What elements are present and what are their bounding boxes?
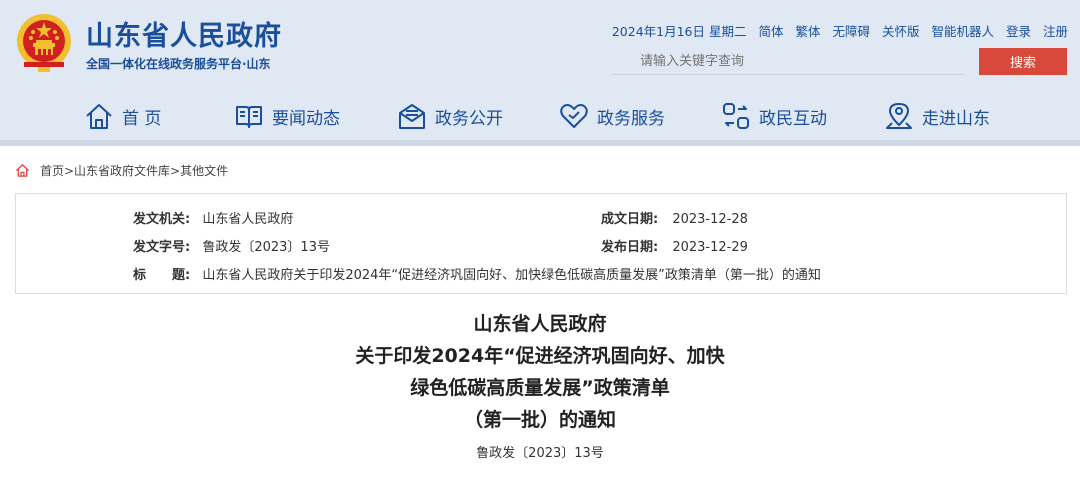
created-date-label: 成文日期: [601,212,659,227]
mail-icon [399,104,425,129]
document-title-line: （第一批）的通知 [463,409,616,431]
header-divider [0,140,1080,146]
issuer-value: 山东省人民政府 [202,212,294,227]
title-label: 标 题: [133,268,191,283]
document-number: 鲁政发〔2023〕13号 [476,446,604,461]
nav-label-interaction: 政民互动 [759,108,827,129]
national-emblem-icon[interactable] [14,12,74,74]
nav-item-services[interactable]: 政务服务 [559,96,665,136]
link-traditional[interactable]: 繁体 [795,24,820,39]
current-date: 2024年1月16日 星期二 [611,24,747,39]
nav-label-news: 要闻动态 [272,108,340,129]
nav-label-services: 政务服务 [597,108,665,129]
nav-item-news[interactable]: 要闻动态 [234,96,340,136]
location-icon [886,103,912,129]
document-title-line: 山东省人民政府 [473,313,607,335]
search-button[interactable]: 搜索 [979,48,1067,75]
link-login[interactable]: 登录 [1006,24,1031,39]
book-icon [236,106,262,128]
document-title: 山东省人民政府 关于印发2024年“促进经济巩固向好、加快 绿色低碳高质量发展”… [0,308,1080,436]
published-date-value: 2023-12-29 [672,240,748,255]
published-date-row: 发布日期: 2023-12-29 [601,236,748,255]
created-date-value: 2023-12-28 [672,212,748,227]
site-subtitle[interactable]: 全国一体化在线政务服务平台·山东 [86,55,271,72]
breadcrumb: 首页>山东省政府文件库>其他文件 [15,160,228,180]
nav-item-interaction[interactable]: 政民互动 [721,96,827,136]
nav-label-about-shandong: 走进山东 [922,108,990,129]
link-accessibility[interactable]: 无障碍 [832,24,870,39]
document-title-line: 关于印发2024年“促进经济巩固向好、加快 [355,345,725,367]
link-register[interactable]: 注册 [1043,24,1068,39]
created-date-row: 成文日期: 2023-12-28 [601,208,748,227]
issuer-label: 发文机关: [133,212,191,227]
link-care-version[interactable]: 关怀版 [882,24,920,39]
document-title-line: 绿色低碳高质量发展”政策清单 [410,377,670,399]
doc-number-row: 发文字号: 鲁政发〔2023〕13号 [133,236,330,255]
title-value: 山东省人民政府关于印发2024年“促进经济巩固向好、加快绿色低碳高质量发展”政策… [202,268,821,283]
breadcrumb-text[interactable]: 首页>山东省政府文件库>其他文件 [40,162,228,179]
nav-label-home: 首 页 [122,108,162,129]
top-links: 2024年1月16日 星期二 简体 繁体 无障碍 关怀版 智能机器人 登录 注册 [612,21,1068,40]
home-icon[interactable] [15,163,30,178]
nav-label-gov-affairs: 政务公开 [435,108,503,129]
doc-number-value: 鲁政发〔2023〕13号 [202,240,330,255]
published-date-label: 发布日期: [601,240,659,255]
site-title[interactable]: 山东省人民政府 [86,14,282,53]
search-input[interactable] [612,48,964,75]
nav-item-gov-affairs[interactable]: 政务公开 [397,96,503,136]
document-info-box: 发文机关: 山东省人民政府 发文字号: 鲁政发〔2023〕13号 标 题: 山东… [15,193,1067,294]
heart-icon [560,104,588,128]
home-icon [86,104,112,129]
header: 山东省人民政府 全国一体化在线政务服务平台·山东 2024年1月16日 星期二 … [0,0,1080,146]
link-smart-robot[interactable]: 智能机器人 [931,24,994,39]
interaction-icon [723,103,749,129]
issuer-row: 发文机关: 山东省人民政府 [133,208,293,227]
nav-item-about-shandong[interactable]: 走进山东 [884,96,990,136]
nav-item-home[interactable]: 首 页 [84,96,161,136]
title-row: 标 题: 山东省人民政府关于印发2024年“促进经济巩固向好、加快绿色低碳高质量… [133,264,821,283]
link-simplified[interactable]: 简体 [758,24,783,39]
main-nav: 首 页 要闻动态 政务公开 政务服务 政民互动 走进山东 [0,96,1080,136]
doc-number-label: 发文字号: [133,240,191,255]
